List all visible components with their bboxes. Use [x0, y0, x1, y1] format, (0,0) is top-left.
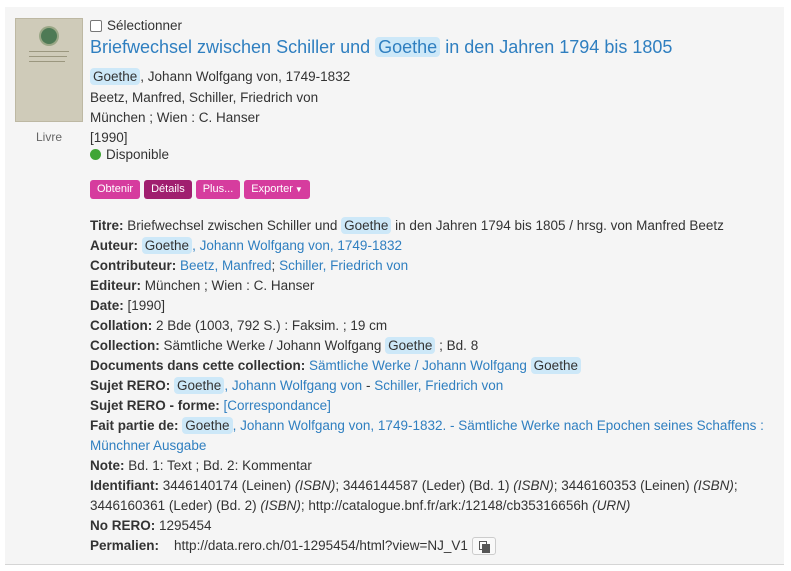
availability-label: Disponible — [106, 147, 170, 162]
search-highlight: Goethe — [530, 357, 581, 374]
search-highlight: Goethe — [375, 37, 441, 57]
detail-identifiant: Identifiant: 3446140174 (Leinen) (ISBN);… — [90, 478, 738, 513]
subject-form-link[interactable]: [Correspondance] — [224, 398, 331, 413]
detail-fait-partie: Fait partie de: Goethe, Johann Wolfgang … — [90, 417, 764, 453]
availability-status: Disponible — [90, 147, 169, 162]
detail-documents: Documents dans cette collection: Sämtlic… — [90, 356, 780, 376]
action-buttons: Obtenir Détails Plus... Exporter ▼ — [90, 180, 310, 199]
document-type-label: Livre — [35, 130, 62, 144]
record-details: Titre: Briefwechsel zwischen Schiller un… — [90, 216, 780, 556]
subject-link-schiller[interactable]: Schiller, Friedrich von — [374, 378, 503, 393]
detail-editeur: Editeur: München ; Wien : C. Hanser — [90, 278, 315, 293]
cover-medallion — [41, 28, 57, 44]
subject-link-goethe[interactable]: , Johann Wolfgang von — [224, 378, 362, 393]
detail-collection: Collection: Sämtliche Werke / Johann Wol… — [90, 337, 479, 354]
contributor-link-beetz[interactable]: Beetz, Manfred — [180, 258, 272, 273]
book-cover-thumbnail[interactable] — [15, 18, 83, 122]
select-label: Sélectionner — [107, 18, 183, 33]
more-button[interactable]: Plus... — [195, 180, 241, 199]
author-line: Goethe, Johann Wolfgang von, 1749-1832 — [90, 68, 350, 85]
search-result-record: Livre Sélectionner Briefwechsel zwischen… — [5, 7, 784, 565]
status-dot-icon — [90, 149, 101, 160]
detail-collation: Collation: 2 Bde (1003, 792 S.) : Faksim… — [90, 318, 388, 333]
date-line: [1990] — [90, 130, 128, 145]
search-highlight: Goethe — [385, 337, 436, 354]
detail-contributeur: Contributeur: Beetz, Manfred; Schiller, … — [90, 258, 409, 273]
search-highlight: Goethe — [90, 68, 141, 85]
select-row[interactable]: Sélectionner — [90, 18, 182, 33]
select-checkbox[interactable] — [90, 19, 102, 32]
export-dropdown-button[interactable]: Exporter ▼ — [244, 180, 310, 199]
caret-down-icon: ▼ — [294, 185, 303, 194]
search-highlight: Goethe — [141, 237, 193, 254]
author-link[interactable]: , Johann Wolfgang von, 1749-1832 — [192, 238, 402, 253]
detail-no-rero: No RERO: 1295454 — [90, 518, 212, 533]
detail-titre: Titre: Briefwechsel zwischen Schiller un… — [90, 217, 724, 234]
contributors-line: Beetz, Manfred, Schiller, Friedrich von — [90, 90, 319, 105]
collection-documents-link[interactable]: Sämtliche Werke / Johann Wolfgang Goethe — [305, 357, 581, 374]
record-title-link[interactable]: Briefwechsel zwischen Schiller und Goeth… — [90, 37, 672, 58]
obtain-button[interactable]: Obtenir — [90, 180, 141, 199]
detail-note: Note: Bd. 1: Text ; Bd. 2: Kommentar — [90, 458, 312, 473]
publisher-line: München ; Wien : C. Hanser — [90, 110, 260, 125]
details-button[interactable]: Détails — [144, 180, 192, 199]
detail-sujet: Sujet RERO: Goethe, Johann Wolfgang von … — [90, 377, 504, 394]
search-highlight: Goethe — [341, 217, 392, 234]
search-highlight: Goethe — [182, 417, 233, 434]
permalink-value[interactable]: http://data.rero.ch/01-1295454/html?view… — [174, 538, 468, 553]
detail-permalien: Permalien: http://data.rero.ch/01-129545… — [90, 536, 780, 556]
search-highlight: Goethe — [174, 377, 225, 394]
detail-sujet-forme: Sujet RERO - forme: [Correspondance] — [90, 398, 331, 413]
detail-auteur: Auteur: Goethe, Johann Wolfgang von, 174… — [90, 237, 402, 254]
contributor-link-schiller[interactable]: Schiller, Friedrich von — [279, 258, 408, 273]
detail-date: Date: [1990] — [90, 298, 166, 313]
copy-icon[interactable] — [471, 537, 496, 556]
